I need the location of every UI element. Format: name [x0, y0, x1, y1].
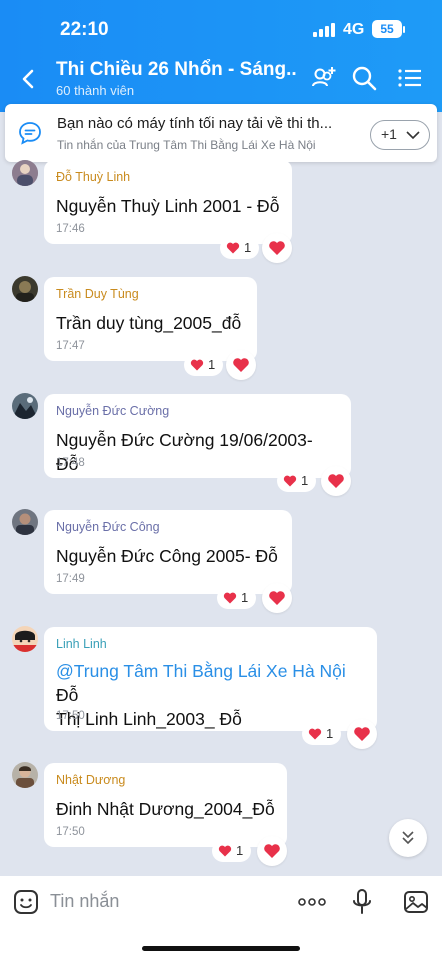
- message-text-after: Đỗ: [56, 685, 79, 705]
- reaction-count: 1: [236, 843, 244, 858]
- avatar[interactable]: [12, 626, 38, 652]
- sender-name: Trần Duy Tùng: [56, 287, 139, 301]
- search-icon[interactable]: [350, 64, 378, 92]
- heart-icon: [233, 358, 249, 372]
- heart-icon: [283, 475, 297, 487]
- microphone-icon[interactable]: [348, 888, 376, 916]
- pinned-more-button[interactable]: +1: [370, 120, 430, 150]
- message-bubble[interactable]: Linh Linh @Trung Tâm Thi Bằng Lái Xe Hà …: [44, 627, 377, 731]
- sender-name: Nguyễn Đức Công: [56, 520, 160, 534]
- avatar-image: [12, 276, 38, 302]
- signal-icon: [313, 23, 337, 37]
- react-heart-button[interactable]: [257, 836, 287, 866]
- message-input-bar: Tin nhắn: [0, 876, 442, 960]
- group-title[interactable]: Thi Chiều 26 Nhổn - Sáng...: [56, 59, 296, 81]
- home-indicator: [142, 946, 300, 951]
- message-time: 17:50: [56, 710, 85, 722]
- message-text: Đinh Nhật Dương_2004_Đỗ: [56, 799, 275, 819]
- message-bubble[interactable]: Đỗ Thuỳ Linh Nguyễn Thuỳ Linh 2001 - Đỗ …: [44, 160, 292, 244]
- message-bubble[interactable]: Nguyễn Đức Công Nguyễn Đức Công 2005- Đỗ…: [44, 510, 292, 594]
- message-time: 17:46: [56, 223, 85, 235]
- sender-name: Linh Linh: [56, 637, 107, 651]
- message-bubble[interactable]: Trần Duy Tùng Trần duy tùng_2005_đỗ 17:4…: [44, 277, 257, 361]
- avatar-image: [12, 509, 38, 535]
- heart-icon: [269, 591, 285, 605]
- battery-icon: 55: [372, 20, 405, 38]
- heart-icon: [226, 242, 240, 254]
- reaction-count: 1: [208, 357, 216, 372]
- message-time: 17:49: [56, 573, 85, 585]
- heart-icon: [218, 845, 232, 857]
- pinned-message[interactable]: Bạn nào có máy tính tối nay tải về thi t…: [5, 104, 437, 162]
- avatar[interactable]: [12, 762, 38, 788]
- heart-icon: [354, 727, 370, 741]
- member-count: 60 thành viên: [56, 83, 135, 98]
- sender-name: Nhật Dương: [56, 773, 126, 787]
- sticker-icon[interactable]: [12, 888, 40, 916]
- message-text: Nguyễn Đức Công 2005- Đỗ: [56, 546, 278, 566]
- message-time: 17:48: [56, 457, 85, 469]
- sender-name: Nguyễn Đức Cường: [56, 404, 170, 418]
- chat-bubble-icon: [19, 122, 41, 145]
- pinned-more-label: +1: [381, 126, 397, 142]
- heart-icon: [328, 474, 344, 488]
- react-heart-button[interactable]: [321, 466, 351, 496]
- status-time: 22:10: [60, 19, 109, 40]
- scroll-to-bottom-button[interactable]: [389, 819, 427, 857]
- double-chevron-down-icon: [402, 831, 414, 845]
- react-heart-button[interactable]: [347, 719, 377, 749]
- avatar[interactable]: [12, 276, 38, 302]
- back-arrow-icon[interactable]: [16, 66, 42, 92]
- pinned-source: Tin nhắn của Trung Tâm Thi Bằng Lái Xe H…: [57, 138, 316, 152]
- heart-icon: [223, 592, 237, 604]
- image-icon[interactable]: [402, 888, 430, 916]
- message-time: 17:47: [56, 340, 85, 352]
- reaction-summary[interactable]: 1: [184, 354, 224, 376]
- avatar-image: [12, 626, 38, 652]
- message-input[interactable]: Tin nhắn: [50, 891, 119, 912]
- reaction-count: 1: [301, 473, 309, 488]
- message-bubble[interactable]: Nguyễn Đức Cường Nguyễn Đức Cường 19/06/…: [44, 394, 351, 478]
- reaction-count: 1: [244, 240, 252, 255]
- message-text: Trần duy tùng_2005_đỗ: [56, 313, 242, 333]
- reaction-summary[interactable]: 1: [217, 587, 257, 609]
- heart-icon: [269, 241, 285, 255]
- avatar[interactable]: [12, 509, 38, 535]
- avatar[interactable]: [12, 160, 38, 186]
- reaction-count: 1: [326, 726, 334, 741]
- heart-icon: [308, 728, 322, 740]
- react-heart-button[interactable]: [226, 350, 256, 380]
- react-heart-button[interactable]: [262, 233, 292, 263]
- message-bubble[interactable]: Nhật Dương Đinh Nhật Dương_2004_Đỗ 17:50: [44, 763, 287, 847]
- react-heart-button[interactable]: [262, 583, 292, 613]
- chevron-down-icon: [406, 131, 420, 140]
- avatar[interactable]: [12, 393, 38, 419]
- reaction-summary[interactable]: 1: [220, 237, 260, 259]
- pinned-text: Bạn nào có máy tính tối nay tải về thi t…: [57, 115, 333, 132]
- chat-header: 22:10 4G 55 Thi Chiều 26 Nhổn - Sáng... …: [0, 0, 442, 112]
- message-text: Nguyễn Thuỳ Linh 2001 - Đỗ: [56, 196, 280, 216]
- avatar-image: [12, 762, 38, 788]
- menu-icon[interactable]: [396, 64, 424, 92]
- add-member-icon[interactable]: [310, 64, 338, 92]
- message-text: @Trung Tâm Thi Bằng Lái Xe Hà Nội Đỗ Thị …: [56, 659, 365, 731]
- reaction-summary[interactable]: 1: [302, 723, 342, 745]
- sender-name: Đỗ Thuỳ Linh: [56, 170, 131, 184]
- reaction-summary[interactable]: 1: [212, 840, 252, 862]
- network-label: 4G: [343, 21, 365, 38]
- message-text: Nguyễn Đức Cường 19/06/2003- Đỗ: [56, 430, 313, 474]
- avatar-image: [12, 160, 38, 186]
- more-icon[interactable]: [297, 888, 327, 916]
- heart-icon: [190, 359, 204, 371]
- reaction-summary[interactable]: 1: [277, 470, 317, 492]
- reaction-count: 1: [241, 590, 249, 605]
- heart-icon: [264, 844, 280, 858]
- message-time: 17:50: [56, 826, 85, 838]
- mention-link[interactable]: @Trung Tâm Thi Bằng Lái Xe Hà Nội: [56, 661, 346, 681]
- avatar-image: [12, 393, 38, 419]
